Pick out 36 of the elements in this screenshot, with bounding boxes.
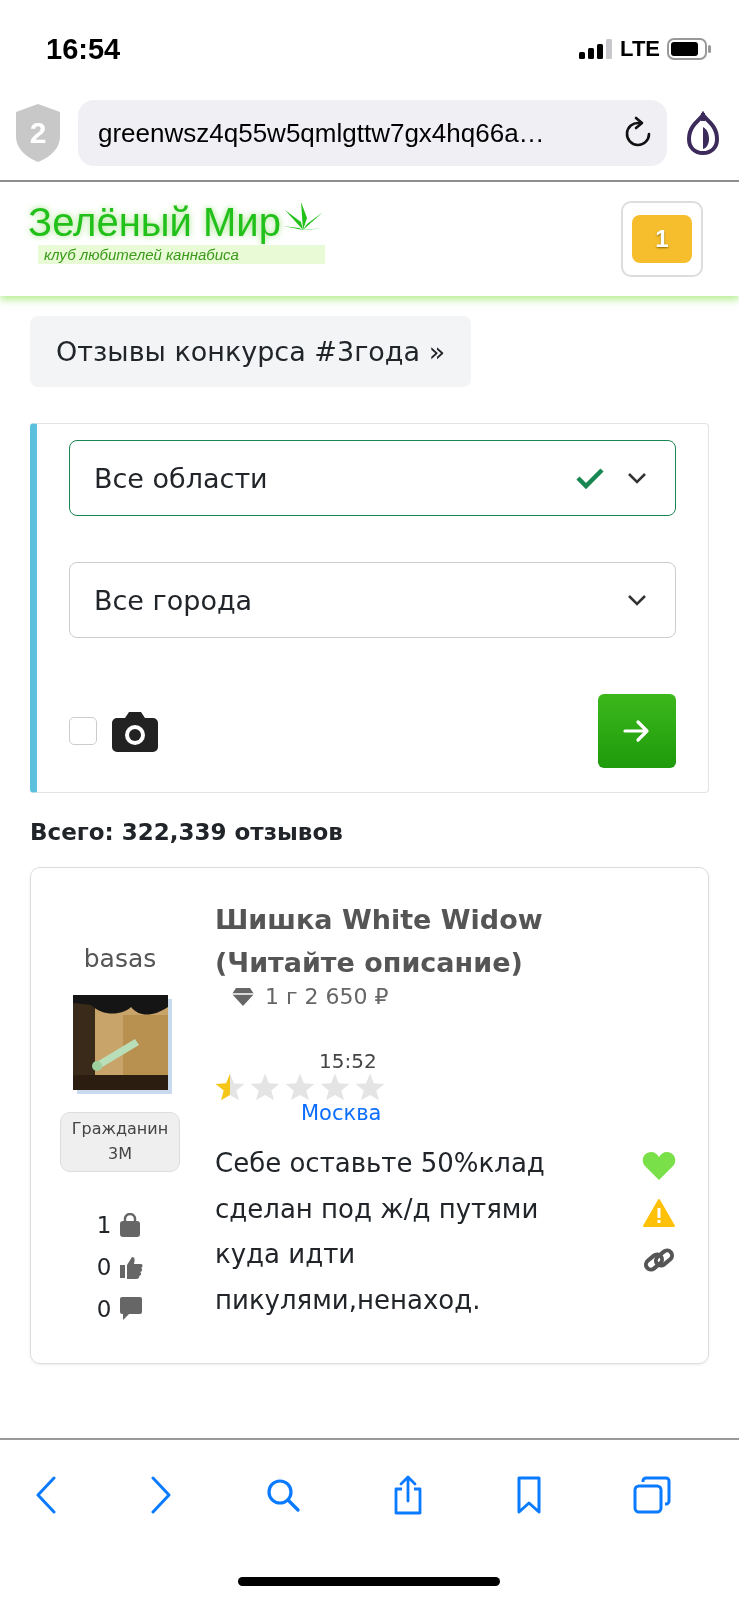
logo-subtitle: клуб любителей каннабиса [38,245,325,264]
region-select[interactable]: Все области [69,440,676,516]
rank-badge: Гражданин 3M [60,1112,180,1172]
product-title[interactable]: Шишка White Widow (Читайте описание) [215,898,676,985]
search-icon[interactable] [264,1477,301,1513]
purchase-count: 1 [96,1211,112,1238]
address-field[interactable]: greenwsz4q55w5qmlgttw7gx4hq66a… [78,100,667,166]
author-name[interactable]: basas [83,944,157,973]
thumbs-up-icon [119,1254,144,1279]
submit-button[interactable] [598,694,676,768]
bag-icon [119,1212,142,1237]
status-time: 16:54 [46,32,121,66]
photo-checkbox[interactable] [69,717,97,745]
network-label: LTE [620,36,660,62]
chevron-icon [627,472,647,484]
total-count: Всего: 322,339 отзывов [30,819,344,845]
breadcrumb-button[interactable]: Отзывы конкурса #3года » [30,316,472,387]
comment-count: 0 [96,1295,112,1322]
speech-bubble-icon [119,1295,144,1322]
product-price: 1 г 2 650 ₽ [265,984,389,1010]
like-count: 0 [96,1253,112,1280]
tabs-icon[interactable] [632,1476,671,1514]
review-text: Себе оставьте 50%клад сделан под ж/д путями куда идти пикулями,ненаход. [215,1147,546,1317]
review-time: 15:52 [319,1049,378,1074]
chevron-icon [627,594,647,606]
check-icon [575,466,605,490]
bookmark-icon[interactable] [515,1476,542,1514]
back-icon[interactable] [34,1476,58,1514]
arrow-right-icon [623,719,651,743]
count-badge: 1 [632,215,692,263]
city-link[interactable]: Москва [301,1101,676,1126]
signal-icon [579,39,614,59]
battery-icon [667,38,711,60]
city-select[interactable]: Все города [69,562,676,638]
diamond-icon [231,986,255,1007]
camera-icon [111,710,159,752]
